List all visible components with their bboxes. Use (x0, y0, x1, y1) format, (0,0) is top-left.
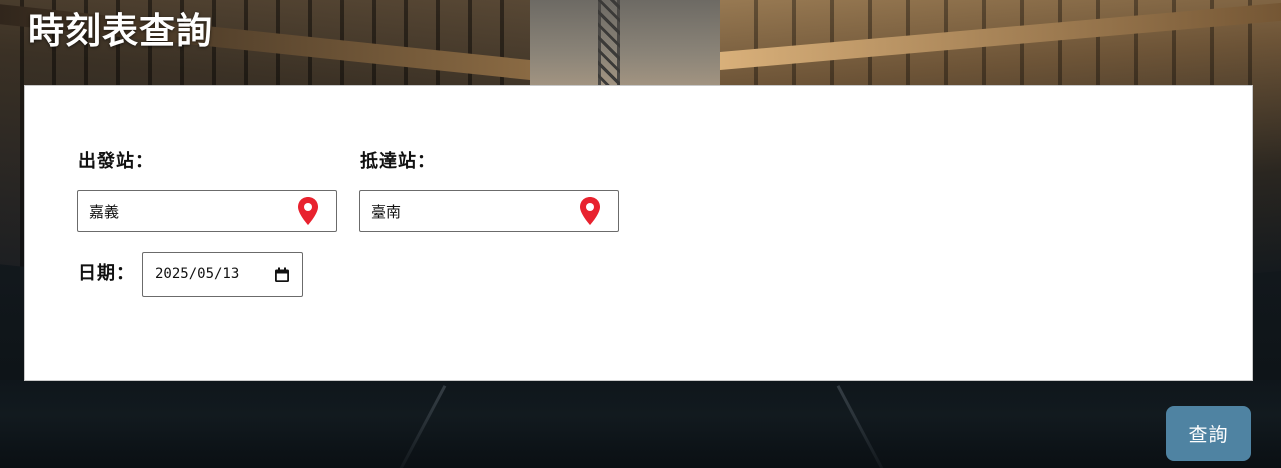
background-platform (0, 380, 1281, 468)
map-pin-icon[interactable] (578, 196, 602, 226)
timetable-search-form: 出發站： 抵達站： 日期： 2025/05/13 (24, 85, 1253, 381)
page-title: 時刻表查詢 (28, 11, 214, 52)
date-value[interactable]: 2025/05/13 (155, 253, 239, 296)
departure-station-field[interactable] (77, 190, 337, 232)
arrival-station-label: 抵達站： (360, 151, 436, 172)
date-label: 日期： (78, 263, 135, 284)
background-power-pylon (598, 0, 620, 90)
date-input[interactable]: 2025/05/13 (142, 252, 303, 297)
map-pin-icon[interactable] (296, 196, 320, 226)
calendar-icon[interactable] (274, 267, 290, 283)
departure-station-label: 出發站： (78, 151, 154, 172)
arrival-station-field[interactable] (359, 190, 619, 232)
query-button[interactable]: 查詢 (1166, 406, 1251, 461)
